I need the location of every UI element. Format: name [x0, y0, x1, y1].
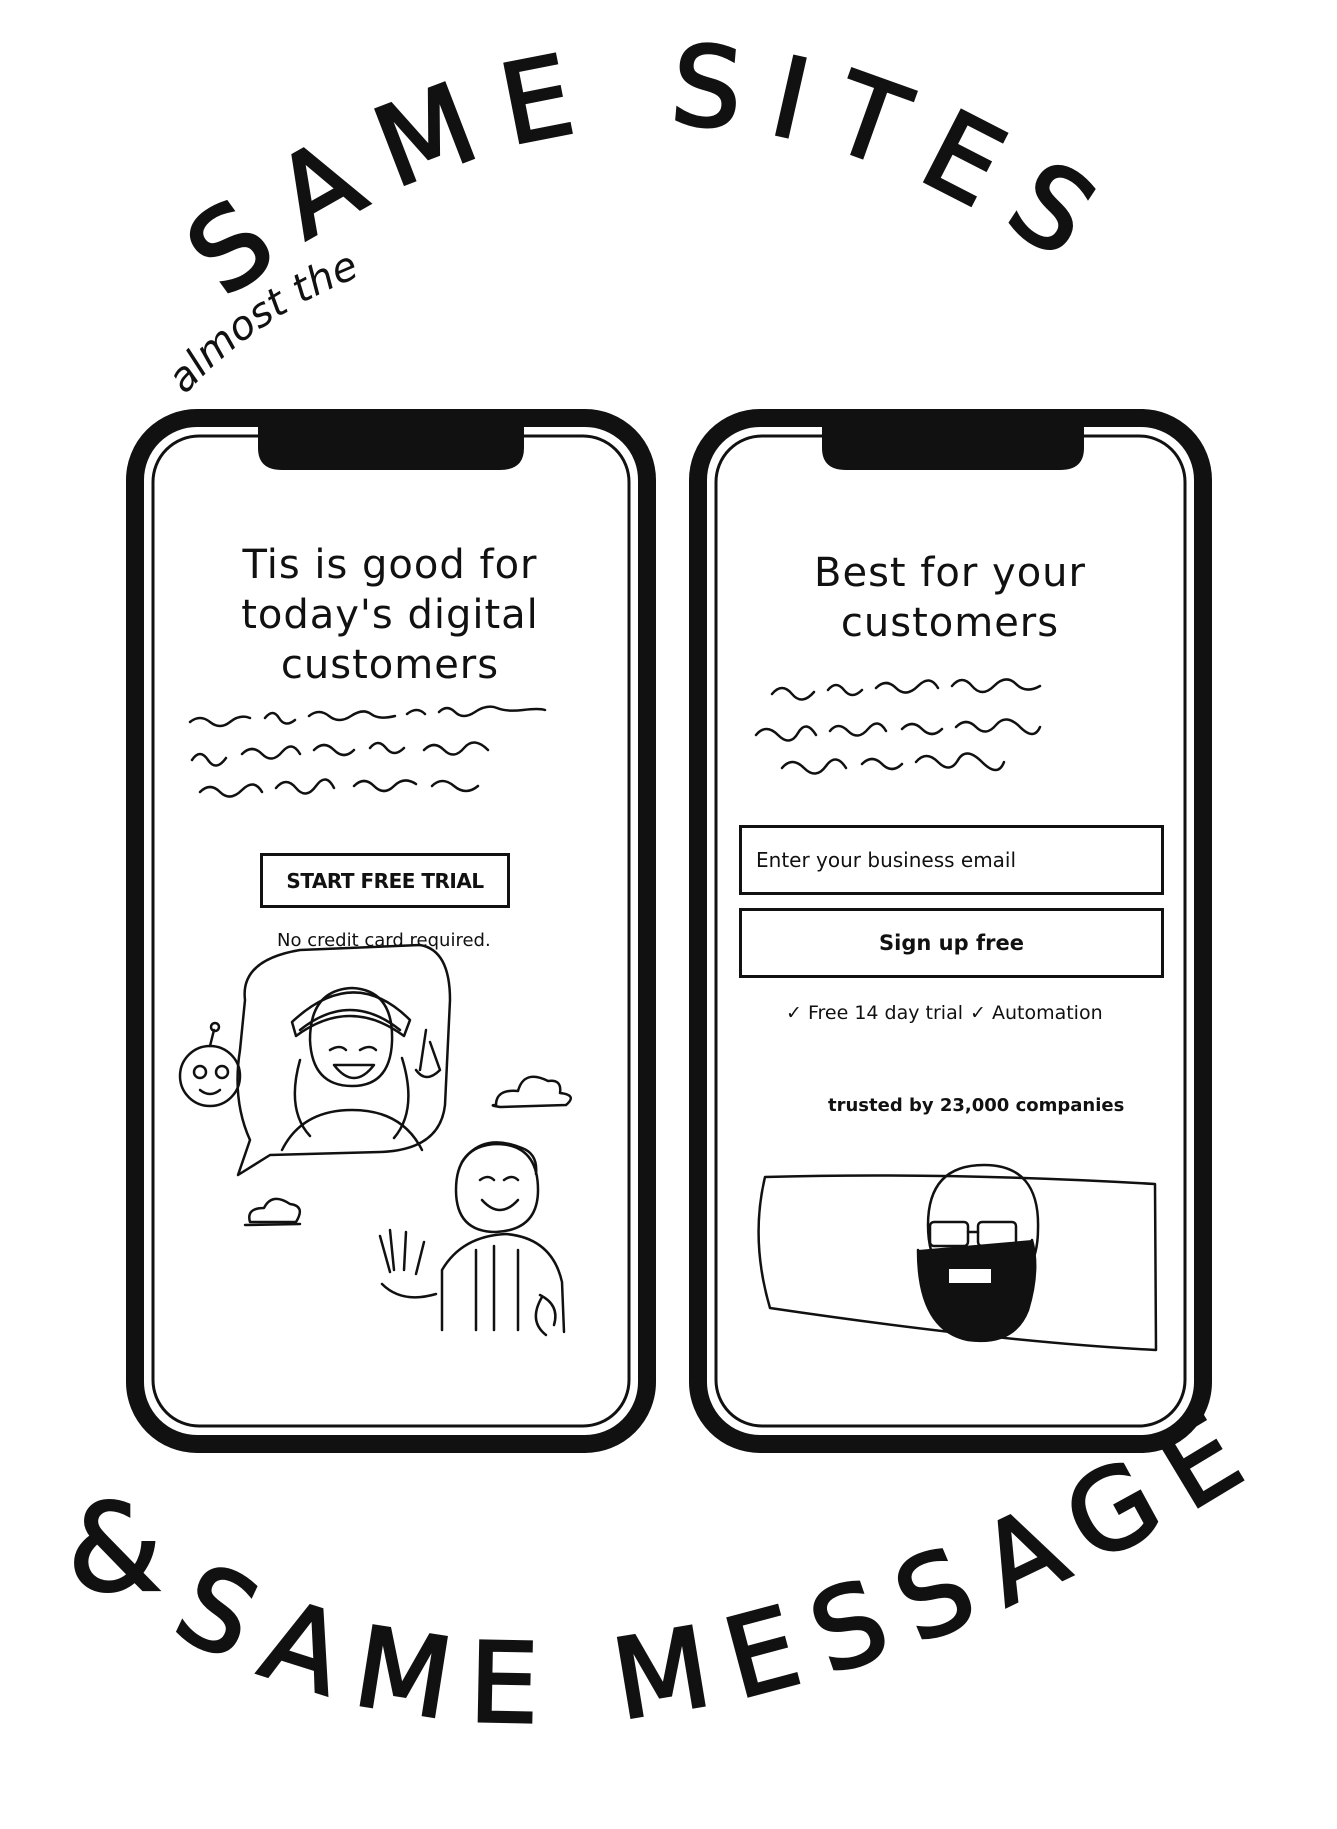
- check-automation-label: Automation: [991, 1002, 1103, 1024]
- check-automation: ✓ Automation: [970, 1002, 1103, 1024]
- left-body-scribble: [188, 705, 547, 798]
- check-icon: ✓: [970, 1002, 986, 1024]
- right-headline: Best for your customers: [735, 548, 1165, 648]
- left-phone-volume-down: [128, 725, 136, 795]
- right-body-scribble: [754, 678, 1042, 775]
- right-phone-volume-down: [691, 725, 699, 795]
- start-free-trial-button[interactable]: START FREE TRIAL: [260, 853, 510, 908]
- sign-up-free-label: Sign up free: [879, 931, 1024, 955]
- no-credit-card-note: No credit card required.: [277, 930, 491, 951]
- left-phone-notch: [258, 418, 524, 470]
- left-phone-power: [646, 635, 654, 735]
- check-free-trial-label: Free 14 day trial: [807, 1002, 963, 1024]
- right-phone-power: [1202, 635, 1210, 735]
- left-phone-volume-up: [128, 635, 136, 705]
- testimonial-card: [757, 1163, 1158, 1352]
- start-free-trial-label: START FREE TRIAL: [286, 868, 484, 893]
- left-headline-line-1: Tis is good for: [242, 542, 538, 588]
- sign-up-free-button[interactable]: Sign up free: [739, 908, 1164, 978]
- left-headline-line-2: today's digital: [241, 592, 539, 638]
- right-phone-volume-up: [691, 635, 699, 705]
- right-phone-notch: [822, 418, 1084, 470]
- trusted-by-text: trusted by 23,000 companies: [828, 1095, 1125, 1116]
- right-headline-line-2: customers: [840, 600, 1060, 646]
- left-illustration: [178, 943, 573, 1337]
- business-email-input[interactable]: [739, 825, 1164, 895]
- left-headline: Tis is good for today's digital customer…: [170, 540, 610, 690]
- check-free-trial: ✓ Free 14 day trial: [786, 1002, 963, 1024]
- right-headline-line-1: Best for your: [814, 550, 1086, 596]
- left-headline-line-3: customers: [280, 642, 500, 688]
- check-icon: ✓: [786, 1002, 802, 1024]
- footer-ampersand: &: [68, 1480, 162, 1619]
